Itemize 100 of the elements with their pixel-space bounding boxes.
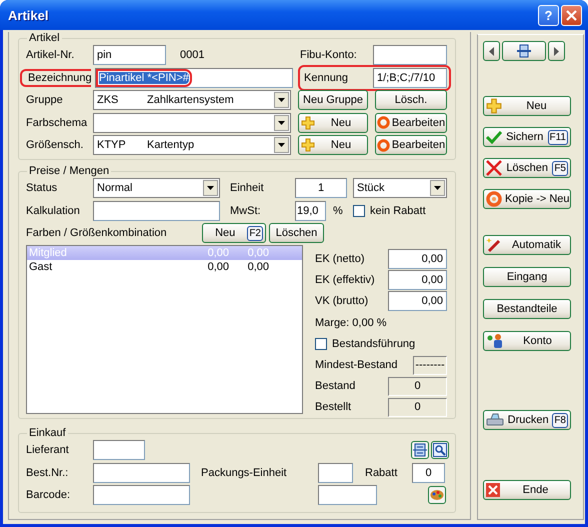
list-cell-text: 0,00 bbox=[206, 260, 229, 274]
people-icon bbox=[486, 333, 504, 349]
input-field[interactable] bbox=[93, 200, 220, 221]
help-button[interactable]: ? bbox=[538, 4, 559, 26]
input-field[interactable] bbox=[93, 462, 190, 483]
dropdown[interactable] bbox=[93, 112, 291, 133]
list-cell-text: Mitglied bbox=[29, 246, 68, 260]
field-label: Größensch. bbox=[26, 139, 84, 152]
button[interactable]: Neu bbox=[298, 112, 368, 133]
button[interactable]: Ende bbox=[483, 480, 571, 500]
field-label: Bezeichnung bbox=[20, 68, 91, 87]
checkbox[interactable] bbox=[315, 338, 327, 350]
check-icon bbox=[486, 130, 502, 144]
shortcut-key: F8 bbox=[552, 412, 568, 428]
button[interactable]: Automatik bbox=[483, 235, 571, 255]
field-label: Bestand bbox=[315, 380, 356, 392]
button[interactable]: Löschen F5 bbox=[483, 158, 571, 178]
button[interactable]: Eingang bbox=[483, 267, 571, 287]
shortcut-key: F2 bbox=[247, 226, 263, 241]
button[interactable]: Kopie -> Neu bbox=[483, 189, 571, 209]
input-field[interactable] bbox=[318, 485, 377, 506]
plus-icon bbox=[301, 138, 315, 152]
close-icon bbox=[486, 483, 500, 497]
caret-icon bbox=[278, 120, 285, 125]
input-field[interactable]: 0,00 bbox=[388, 291, 447, 311]
caret-icon bbox=[434, 186, 441, 190]
search-icon[interactable] bbox=[431, 441, 449, 460]
field-label: Best.Nr.: bbox=[26, 466, 70, 479]
ring-icon bbox=[486, 191, 502, 207]
field-label: Kalkulation bbox=[26, 204, 81, 217]
button[interactable]: Neu bbox=[298, 135, 368, 156]
dropdown[interactable]: ZKS Zahlkartensystem bbox=[93, 90, 291, 110]
cross-icon bbox=[486, 160, 502, 176]
checkbox-label: Bestandsführung bbox=[332, 338, 416, 350]
close-icon bbox=[566, 10, 577, 20]
button[interactable]: Bearbeiten bbox=[375, 135, 447, 156]
checkbox-label: kein Rabatt bbox=[370, 204, 426, 217]
button[interactable]: Drucken F8 bbox=[483, 410, 571, 430]
list-label: Farben / Größenkombination bbox=[26, 227, 168, 240]
list-cell-text: 0,00 bbox=[246, 246, 269, 260]
input-field[interactable] bbox=[93, 485, 190, 506]
form-icon[interactable] bbox=[411, 441, 429, 460]
button[interactable]: Sichern F11 bbox=[483, 127, 571, 147]
field-label: Gruppe bbox=[26, 94, 64, 106]
input-field[interactable] bbox=[93, 440, 145, 460]
field-label: Packungs-Einheit bbox=[201, 466, 288, 479]
button[interactable]: Neu bbox=[483, 96, 571, 116]
field-label: Lieferant bbox=[26, 444, 70, 456]
group-legend: Einkauf bbox=[27, 427, 68, 439]
dropdown[interactable]: KTYP Kartentyp bbox=[93, 135, 291, 156]
input-field[interactable]: 1/;B;C;/7/10 bbox=[373, 68, 447, 88]
ring-icon bbox=[376, 116, 390, 130]
field-label: Kennung bbox=[304, 72, 350, 84]
close-button[interactable] bbox=[561, 4, 582, 26]
ring-icon bbox=[376, 138, 390, 152]
button[interactable]: Bestandteile bbox=[483, 299, 571, 319]
palette-icon[interactable] bbox=[428, 486, 446, 504]
field-label: VK (brutto) bbox=[315, 295, 368, 307]
input-field[interactable]: 0 bbox=[412, 462, 445, 483]
article-number: 0001 bbox=[180, 49, 206, 62]
input-field[interactable]: 0,00 bbox=[388, 270, 447, 290]
previous-button[interactable] bbox=[483, 41, 500, 61]
margin-text: Marge: 0,00 % bbox=[315, 316, 388, 330]
readonly-field: 0 bbox=[388, 376, 447, 396]
plus-icon bbox=[301, 116, 315, 130]
list-cell-text: Gast bbox=[29, 260, 54, 274]
button[interactable]: Konto bbox=[483, 331, 571, 351]
form-icon bbox=[516, 44, 532, 58]
dropdown[interactable]: Normal bbox=[93, 178, 220, 198]
next-button[interactable] bbox=[548, 41, 565, 61]
input-field[interactable]: 1 bbox=[295, 178, 347, 198]
field-label: Barcode: bbox=[26, 489, 72, 502]
input-field[interactable] bbox=[318, 462, 353, 483]
right-arrow-icon bbox=[554, 46, 559, 56]
field-label: Mindest-Bestand bbox=[315, 359, 398, 371]
dropdown[interactable]: Stück bbox=[353, 178, 447, 198]
button[interactable]: Neu F2 bbox=[202, 223, 266, 244]
field-label: EK (effektiv) bbox=[315, 274, 375, 286]
button[interactable]: Neu Gruppe bbox=[298, 90, 368, 110]
list-cell-text: 0,00 bbox=[246, 260, 269, 274]
list-row[interactable]: Gast 0,00 0,00 bbox=[27, 260, 302, 274]
checkbox[interactable] bbox=[353, 204, 365, 217]
input-field[interactable] bbox=[373, 45, 447, 66]
input-field[interactable]: pin bbox=[93, 45, 166, 66]
plus-icon bbox=[486, 98, 502, 114]
percent-sign: % bbox=[333, 204, 344, 217]
button[interactable]: Bearbeiten bbox=[375, 112, 447, 133]
caret-icon bbox=[278, 143, 285, 148]
input-field[interactable]: Pinartikel *<PIN># bbox=[95, 68, 293, 88]
shortcut-key: F11 bbox=[548, 130, 568, 144]
field-label: Status bbox=[26, 182, 58, 194]
list-cell-text: 0,00 bbox=[206, 246, 229, 260]
input-field[interactable]: 0,00 bbox=[388, 249, 447, 269]
button[interactable]: Lösch. bbox=[375, 90, 447, 110]
input-field[interactable]: 19,0 bbox=[295, 200, 326, 221]
readonly-field: 0 bbox=[388, 398, 447, 416]
button[interactable]: Löschen bbox=[269, 223, 324, 244]
field-label: Fibu-Konto: bbox=[300, 49, 358, 62]
printer-icon bbox=[486, 412, 504, 428]
form-button[interactable] bbox=[502, 41, 546, 61]
